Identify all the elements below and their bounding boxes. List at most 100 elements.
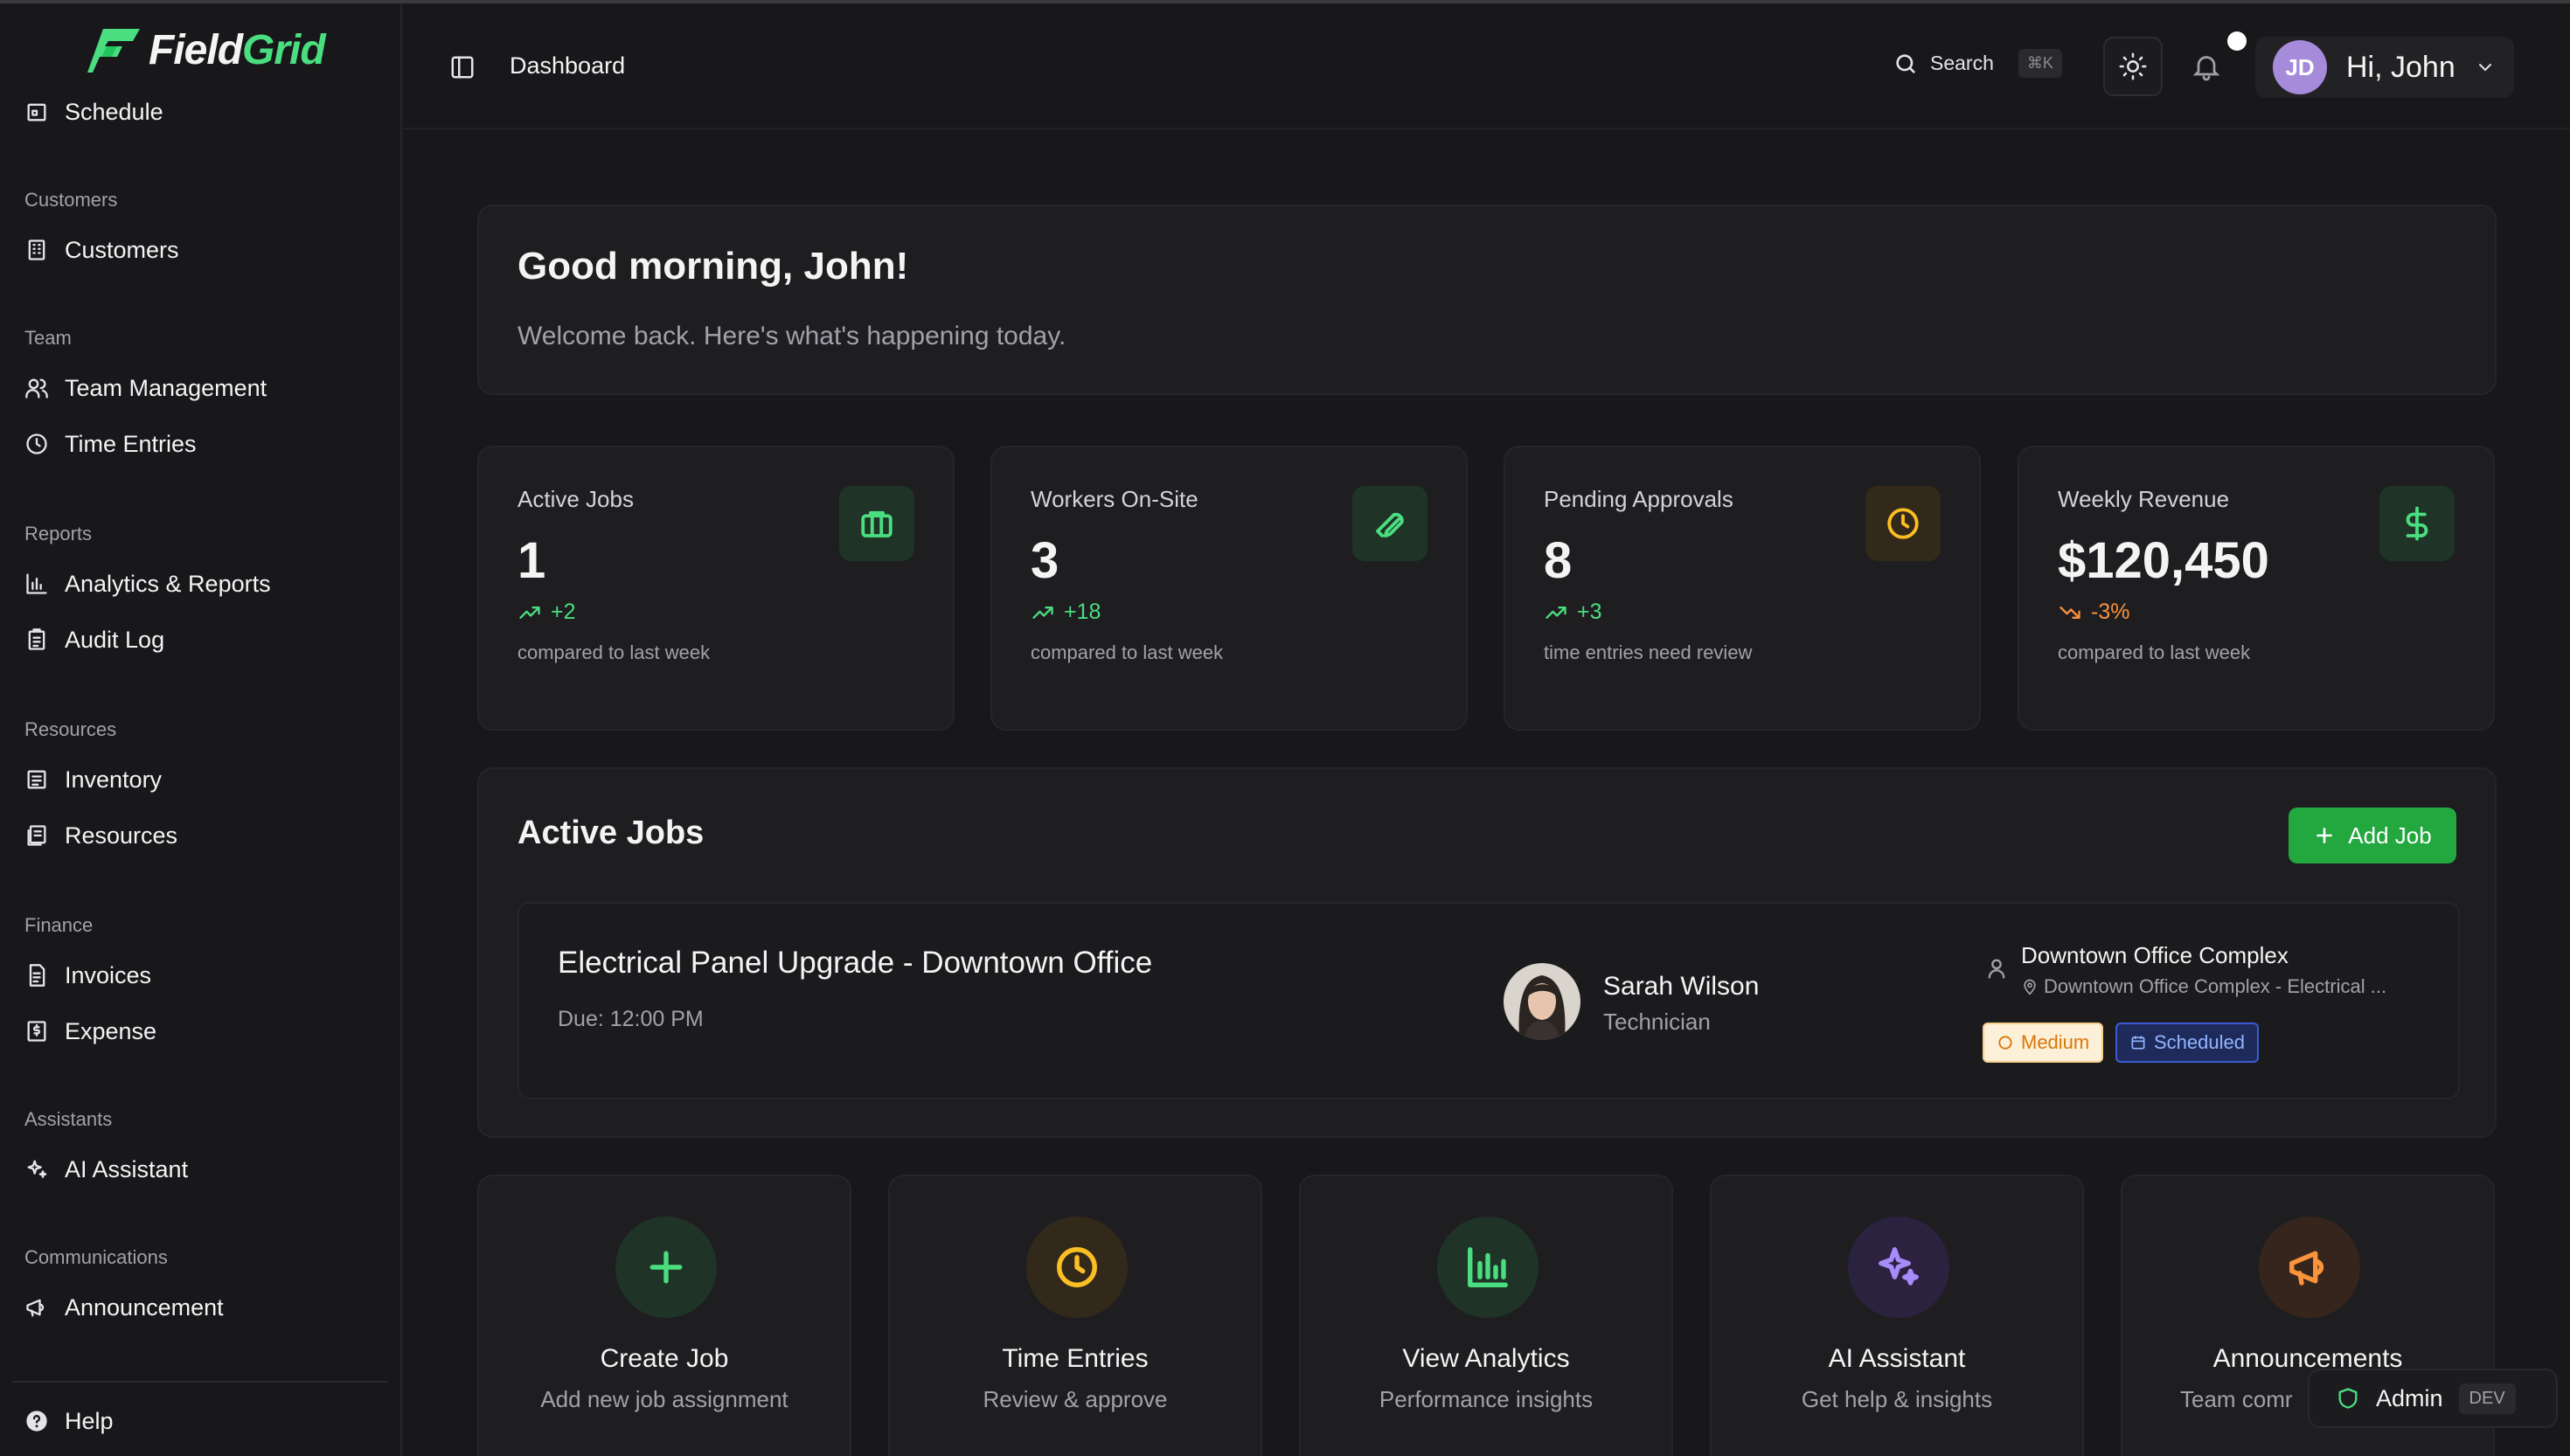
stat-note: compared to last week xyxy=(1031,641,1224,663)
action-subtitle: Get help & insights xyxy=(1801,1386,1993,1412)
quick-action-create-job[interactable]: Create Job Add new job assignment xyxy=(477,1175,851,1456)
section-label-assistants: Assistants xyxy=(24,1108,113,1130)
sidebar-item-time-entries[interactable]: Time Entries xyxy=(24,425,197,463)
sidebar-item-label: Schedule xyxy=(65,98,163,125)
clock-icon xyxy=(1057,1247,1097,1287)
sidebar-item-resources[interactable]: Resources xyxy=(24,816,177,855)
role-label: Admin xyxy=(2376,1384,2443,1411)
welcome-card: Good morning, John! Welcome back. Here's… xyxy=(477,205,2497,395)
assignee-role: Technician xyxy=(1603,1009,1711,1035)
stat-icon-box xyxy=(1352,486,1427,561)
section-label-team: Team xyxy=(24,327,72,349)
action-title: View Analytics xyxy=(1402,1344,1570,1373)
sidebar-item-invoices[interactable]: Invoices xyxy=(24,956,151,995)
sidebar-item-customers[interactable]: Customers xyxy=(24,231,179,269)
action-subtitle: Review & approve xyxy=(983,1386,1168,1412)
action-icon-circle xyxy=(615,1217,717,1318)
sidebar-item-inventory[interactable]: Inventory xyxy=(24,760,162,799)
stat-change: +3 xyxy=(1544,600,1602,625)
stat-change: +18 xyxy=(1031,600,1101,625)
stat-card-workers-on-site: Workers On-Site 3 +18 compared to last w… xyxy=(990,446,1468,731)
welcome-subtitle: Welcome back. Here's what's happening to… xyxy=(517,322,1066,350)
sidebar-toggle-icon[interactable] xyxy=(449,54,476,80)
search-button[interactable]: Search ⌘K xyxy=(1893,49,2062,78)
stat-note: compared to last week xyxy=(517,641,711,663)
user-menu-button[interactable]: JD Hi, John xyxy=(2255,37,2514,98)
bell-icon[interactable] xyxy=(2191,51,2222,82)
chevron-down-icon xyxy=(2478,64,2491,72)
add-job-button[interactable]: Add Job xyxy=(2289,808,2456,863)
theme-toggle-button[interactable] xyxy=(2103,37,2163,96)
section-label-reports: Reports xyxy=(24,523,93,544)
sidebar-item-schedule[interactable]: Schedule xyxy=(24,93,163,131)
circle-icon xyxy=(1998,1036,2012,1050)
stat-value: 1 xyxy=(517,532,546,589)
action-icon-circle xyxy=(2259,1217,2360,1318)
section-label-customers: Customers xyxy=(24,189,118,211)
quick-action-view-analytics[interactable]: View Analytics Performance insights xyxy=(1299,1175,1673,1456)
status-label: Scheduled xyxy=(2154,1031,2245,1053)
dollar-icon xyxy=(2406,506,2428,541)
stat-value: 8 xyxy=(1544,532,1573,589)
stat-note: compared to last week xyxy=(2058,641,2251,663)
priority-label: Medium xyxy=(2021,1031,2090,1053)
clock-icon xyxy=(26,433,47,454)
sidebar-item-label: Resources xyxy=(65,822,178,849)
stat-card-pending-approvals: Pending Approvals 8 +3 time entries need… xyxy=(1504,446,1981,731)
active-jobs-panel: Active Jobs Add Job Electrical Panel Upg… xyxy=(477,767,2497,1138)
sidebar-divider xyxy=(12,1381,388,1383)
briefcase-icon xyxy=(861,510,893,537)
search-icon xyxy=(1896,53,1915,73)
wrench-icon xyxy=(1376,512,1404,537)
stat-change-value: -3% xyxy=(2091,600,2130,624)
clipboard-icon xyxy=(28,628,45,650)
stat-label: Weekly Revenue xyxy=(2058,486,2230,512)
stat-value: 3 xyxy=(1031,532,1059,589)
sidebar-item-audit-log[interactable]: Audit Log xyxy=(24,621,164,659)
calendar-icon xyxy=(27,103,46,121)
sidebar-item-announcement[interactable]: Announcement xyxy=(24,1288,224,1327)
action-title: Create Job xyxy=(600,1344,729,1373)
page-title: Dashboard xyxy=(510,52,626,79)
stat-note: time entries need review xyxy=(1544,641,1753,663)
fieldgrid-logo-icon xyxy=(87,28,140,73)
book-icon xyxy=(27,825,46,846)
megaphone-icon xyxy=(26,1299,45,1317)
quick-action-ai-assistant[interactable]: AI Assistant Get help & insights xyxy=(1710,1175,2084,1456)
quick-action-time-entries[interactable]: Time Entries Review & approve xyxy=(888,1175,1262,1456)
search-label: Search xyxy=(1930,52,1994,74)
role-indicator[interactable]: Admin DEV xyxy=(2308,1369,2558,1428)
location-name: Downtown Office Complex xyxy=(2021,942,2289,968)
job-row[interactable]: Electrical Panel Upgrade - Downtown Offi… xyxy=(517,902,2460,1099)
bar-chart-icon xyxy=(26,573,47,594)
sidebar-item-label: Invoices xyxy=(65,961,152,988)
inventory-icon xyxy=(27,770,46,789)
sidebar-item-ai-assistant[interactable]: AI Assistant xyxy=(24,1150,188,1189)
stat-label: Active Jobs xyxy=(517,486,634,512)
building-icon xyxy=(28,239,45,260)
trending-down-icon xyxy=(2059,606,2080,619)
sidebar-item-analytics[interactable]: Analytics & Reports xyxy=(24,565,271,603)
sidebar-item-team-management[interactable]: Team Management xyxy=(24,369,267,407)
stat-label: Workers On-Site xyxy=(1031,486,1198,512)
location-detail: Downtown Office Complex - Electrical ... xyxy=(2021,975,2386,998)
trending-up-icon xyxy=(519,606,540,619)
action-icon-circle xyxy=(1848,1217,1949,1318)
active-jobs-title: Active Jobs xyxy=(517,815,705,851)
fieldgrid-logo[interactable]: FieldGrid xyxy=(87,26,326,74)
stat-change-value: +2 xyxy=(551,600,576,624)
action-subtitle: Performance insights xyxy=(1379,1386,1594,1412)
avatar: JD xyxy=(2273,40,2327,94)
sidebar-item-label: Time Entries xyxy=(65,430,197,457)
search-shortcut-badge: ⌘K xyxy=(2018,49,2062,78)
map-pin-icon xyxy=(2024,979,2036,995)
welcome-title: Good morning, John! xyxy=(517,245,909,288)
stat-change: +2 xyxy=(517,600,576,625)
env-badge: DEV xyxy=(2458,1383,2516,1414)
assignee-name: Sarah Wilson xyxy=(1603,972,1760,1001)
calendar-icon xyxy=(2131,1036,2145,1050)
megaphone-icon xyxy=(2289,1251,2324,1286)
sidebar-item-help[interactable]: Help xyxy=(24,1402,114,1440)
receipt-icon xyxy=(27,1021,46,1042)
sidebar-item-expense[interactable]: Expense xyxy=(24,1012,156,1050)
